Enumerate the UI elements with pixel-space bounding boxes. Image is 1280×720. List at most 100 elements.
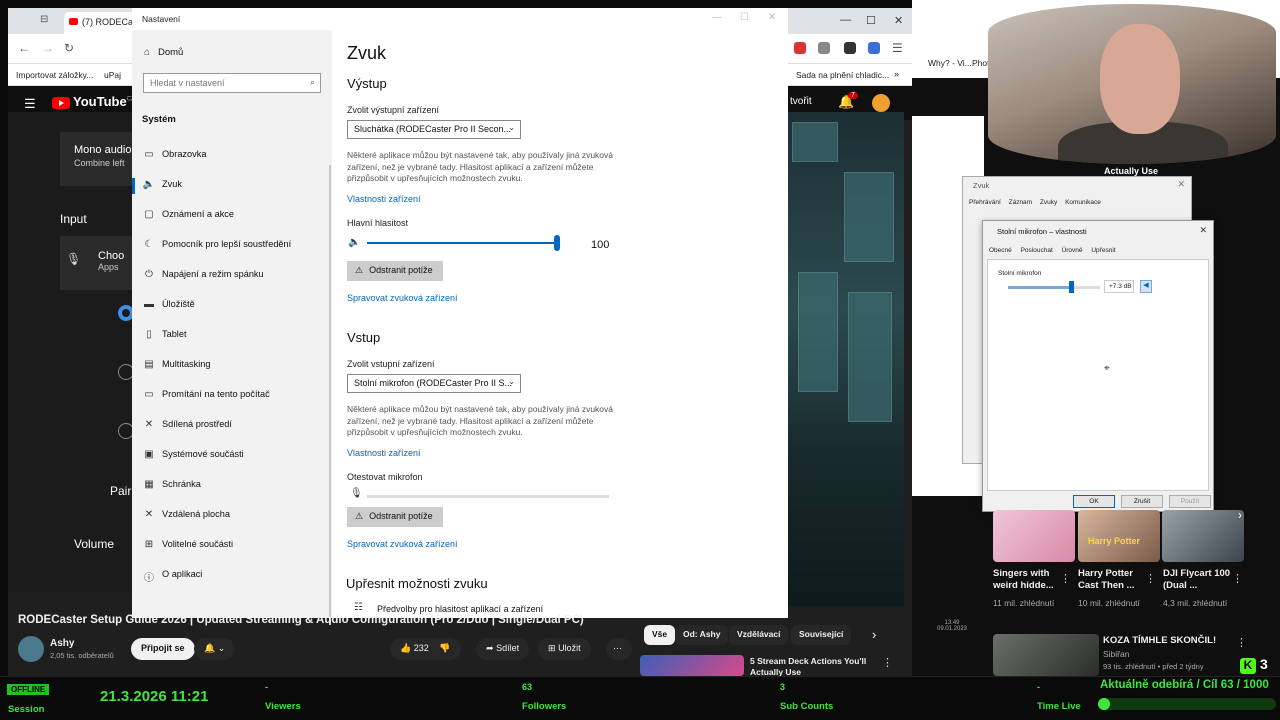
maximize-icon[interactable]: ☐ (866, 14, 876, 27)
cancel-button[interactable]: Zrušit (1121, 495, 1163, 508)
sidebar-item[interactable]: ⓘ O aplikaci (132, 561, 332, 591)
more-actions-button[interactable]: ⋯ (606, 638, 632, 660)
tab-playback[interactable]: Přehrávání (969, 199, 1001, 206)
sidebar-item[interactable]: ▦ Schránka (132, 471, 332, 501)
search-input[interactable]: Hledat v nastavení ⌕ (143, 73, 321, 93)
chip-related[interactable]: Související (791, 625, 852, 645)
extension-icon[interactable] (844, 42, 856, 54)
chevron-right-icon[interactable]: › (1238, 508, 1242, 522)
recommendation-title[interactable]: Harry Potter Cast Then ... (1078, 568, 1148, 592)
save-button[interactable]: ⊞ Uložit (538, 638, 591, 660)
app-volume-link[interactable]: Předvolby pro hlasitost aplikací a zaříz… (377, 604, 543, 614)
extension-icon[interactable] (868, 42, 880, 54)
sidebar-item[interactable]: ⏻ Napájení a režim spánku (132, 261, 332, 291)
chip-all[interactable]: Vše (644, 625, 676, 645)
close-icon[interactable]: ✕ (1177, 179, 1185, 190)
sidebar-item[interactable]: ⊞ Volitelné součásti (132, 531, 332, 561)
recommendation-thumbnail[interactable] (993, 634, 1099, 676)
tab-communication[interactable]: Komunikace (1065, 199, 1101, 206)
recommendation-title[interactable]: DJI Flycart 100 (Dual ... (1163, 568, 1233, 592)
hamburger-icon[interactable]: ☰ (24, 96, 36, 112)
volume-slider[interactable] (367, 235, 560, 251)
recommendation-thumbnail[interactable] (1162, 510, 1244, 562)
close-icon[interactable]: ✕ (768, 12, 776, 23)
tab-search-icon[interactable]: ⊟ (40, 14, 48, 25)
extension-icon[interactable] (794, 42, 806, 54)
output-properties-link[interactable]: Vlastnosti zařízení (347, 194, 421, 204)
output-device-dropdown[interactable]: Sluchátka (RODECaster Pro II Secon... ⌄ (347, 120, 521, 139)
sidebar-item[interactable]: ▭ Promítání na tento počítač (132, 381, 332, 411)
avatar[interactable] (872, 94, 890, 112)
chip-from-channel[interactable]: Od: Ashy (675, 625, 729, 645)
recommendation-title[interactable]: Singers with weird hidde... (993, 568, 1063, 592)
more-options-icon[interactable]: ⋮ (1060, 572, 1071, 585)
chevron-right-icon[interactable]: » (894, 69, 899, 79)
more-options-icon[interactable]: ⋮ (882, 656, 893, 669)
sidebar-item[interactable]: ▭ Obrazovka (132, 141, 332, 171)
share-button[interactable]: ➦ Sdílet (476, 638, 530, 660)
menu-icon[interactable]: ☰ (892, 41, 903, 55)
sidebar-item[interactable]: ▬ Úložiště (132, 291, 332, 321)
input-troubleshoot-button[interactable]: ⚠ Odstranit potíže (347, 507, 443, 527)
reload-icon[interactable]: ↻ (64, 41, 74, 55)
more-options-icon[interactable]: ⋮ (1145, 572, 1156, 585)
db-value-field[interactable]: +7.3 dB (1104, 280, 1134, 293)
input-properties-link[interactable]: Vlastnosti zařízení (347, 448, 421, 458)
youtube-logo[interactable]: YouTubeCZ (52, 94, 135, 109)
output-troubleshoot-button[interactable]: ⚠ Odstranit potíže (347, 261, 443, 281)
tab-listen[interactable]: Poslouchat (1021, 247, 1053, 254)
create-button[interactable]: tvořit (790, 96, 812, 107)
maximize-icon[interactable]: ☐ (740, 12, 749, 23)
bookmark-item[interactable]: Sada na plnění chladic... (796, 70, 889, 80)
chip-educational[interactable]: Vzdělávací (729, 625, 789, 645)
thumbs-down-icon[interactable]: 👎 (439, 643, 450, 653)
sidebar-item[interactable]: 🔈 Zvuk (132, 171, 332, 201)
more-options-icon[interactable]: ⋮ (1232, 572, 1243, 585)
tab-advanced[interactable]: Upřesnit (1091, 247, 1115, 254)
more-options-icon[interactable]: ⋮ (1236, 636, 1247, 649)
mic-level-thumb[interactable] (1068, 281, 1074, 293)
sidebar-item[interactable]: ▣ Systémové součásti (132, 441, 332, 471)
channel-name[interactable]: Ashy (50, 638, 74, 649)
bookmark-item[interactable]: uPaj (104, 70, 121, 80)
apply-button[interactable]: Použít (1169, 495, 1211, 508)
extension-icon[interactable] (818, 42, 830, 54)
close-icon[interactable]: ✕ (1199, 225, 1207, 236)
recommendation-thumbnail[interactable] (993, 510, 1075, 562)
ok-button[interactable]: OK (1073, 495, 1115, 508)
input-device-dropdown[interactable]: Stolní mikrofon (RODECaster Pro II S... … (347, 374, 521, 393)
home-link[interactable]: ⌂ Domů (144, 47, 183, 58)
speaker-icon[interactable]: 🔈 (348, 237, 360, 248)
recommendation-title[interactable]: KOZA TÍMHLE SKONČIL! (1103, 635, 1233, 647)
sidebar-item[interactable]: ☾ Pomocník pro lepší soustředění (132, 231, 332, 261)
bookmark-item[interactable]: Importovat záložky... (16, 70, 93, 80)
bookmark-item[interactable]: Why? - Vi... (928, 58, 972, 68)
recommendation-thumbnail[interactable]: Harry Potter (1078, 510, 1160, 562)
output-manage-link[interactable]: Spravovat zvuková zařízení (347, 293, 458, 303)
recommendation-title[interactable]: 5 Stream Deck Actions You'll Actually Us… (750, 656, 882, 676)
tab-general[interactable]: Obecné (989, 247, 1012, 254)
video-player[interactable] (788, 112, 904, 606)
sidebar-item[interactable]: ✕ Sdílená prostředí (132, 411, 332, 441)
scrollbar[interactable] (329, 165, 331, 625)
volume-slider-thumb[interactable] (554, 235, 560, 251)
like-button[interactable]: 👍 232 👎 (390, 638, 461, 660)
sidebar-item[interactable]: ▤ Multitasking (132, 351, 332, 381)
channel-avatar[interactable] (18, 636, 44, 662)
speaker-icon[interactable]: ◀ (1140, 280, 1152, 293)
mic-level-slider[interactable] (1008, 281, 1100, 293)
sidebar-item[interactable]: ▯ Tablet (132, 321, 332, 351)
sidebar-item[interactable]: ✕ Vzdálená plocha (132, 501, 332, 531)
tab-recording[interactable]: Záznam (1009, 199, 1032, 206)
minimize-icon[interactable]: — (840, 14, 851, 26)
sidebar-item[interactable]: ▢ Oznámení a akce (132, 201, 332, 231)
back-icon[interactable]: ← (18, 41, 30, 55)
minimize-icon[interactable]: — (712, 12, 722, 23)
join-button[interactable]: Připojit se (131, 638, 195, 660)
recommendation-thumbnail[interactable] (640, 655, 744, 676)
tab-sounds[interactable]: Zvuky (1040, 199, 1057, 206)
input-manage-link[interactable]: Spravovat zvuková zařízení (347, 539, 458, 549)
chevron-right-icon[interactable]: › (872, 627, 876, 642)
tab-levels[interactable]: Úrovně (1062, 247, 1083, 254)
forward-icon[interactable]: → (42, 41, 54, 55)
